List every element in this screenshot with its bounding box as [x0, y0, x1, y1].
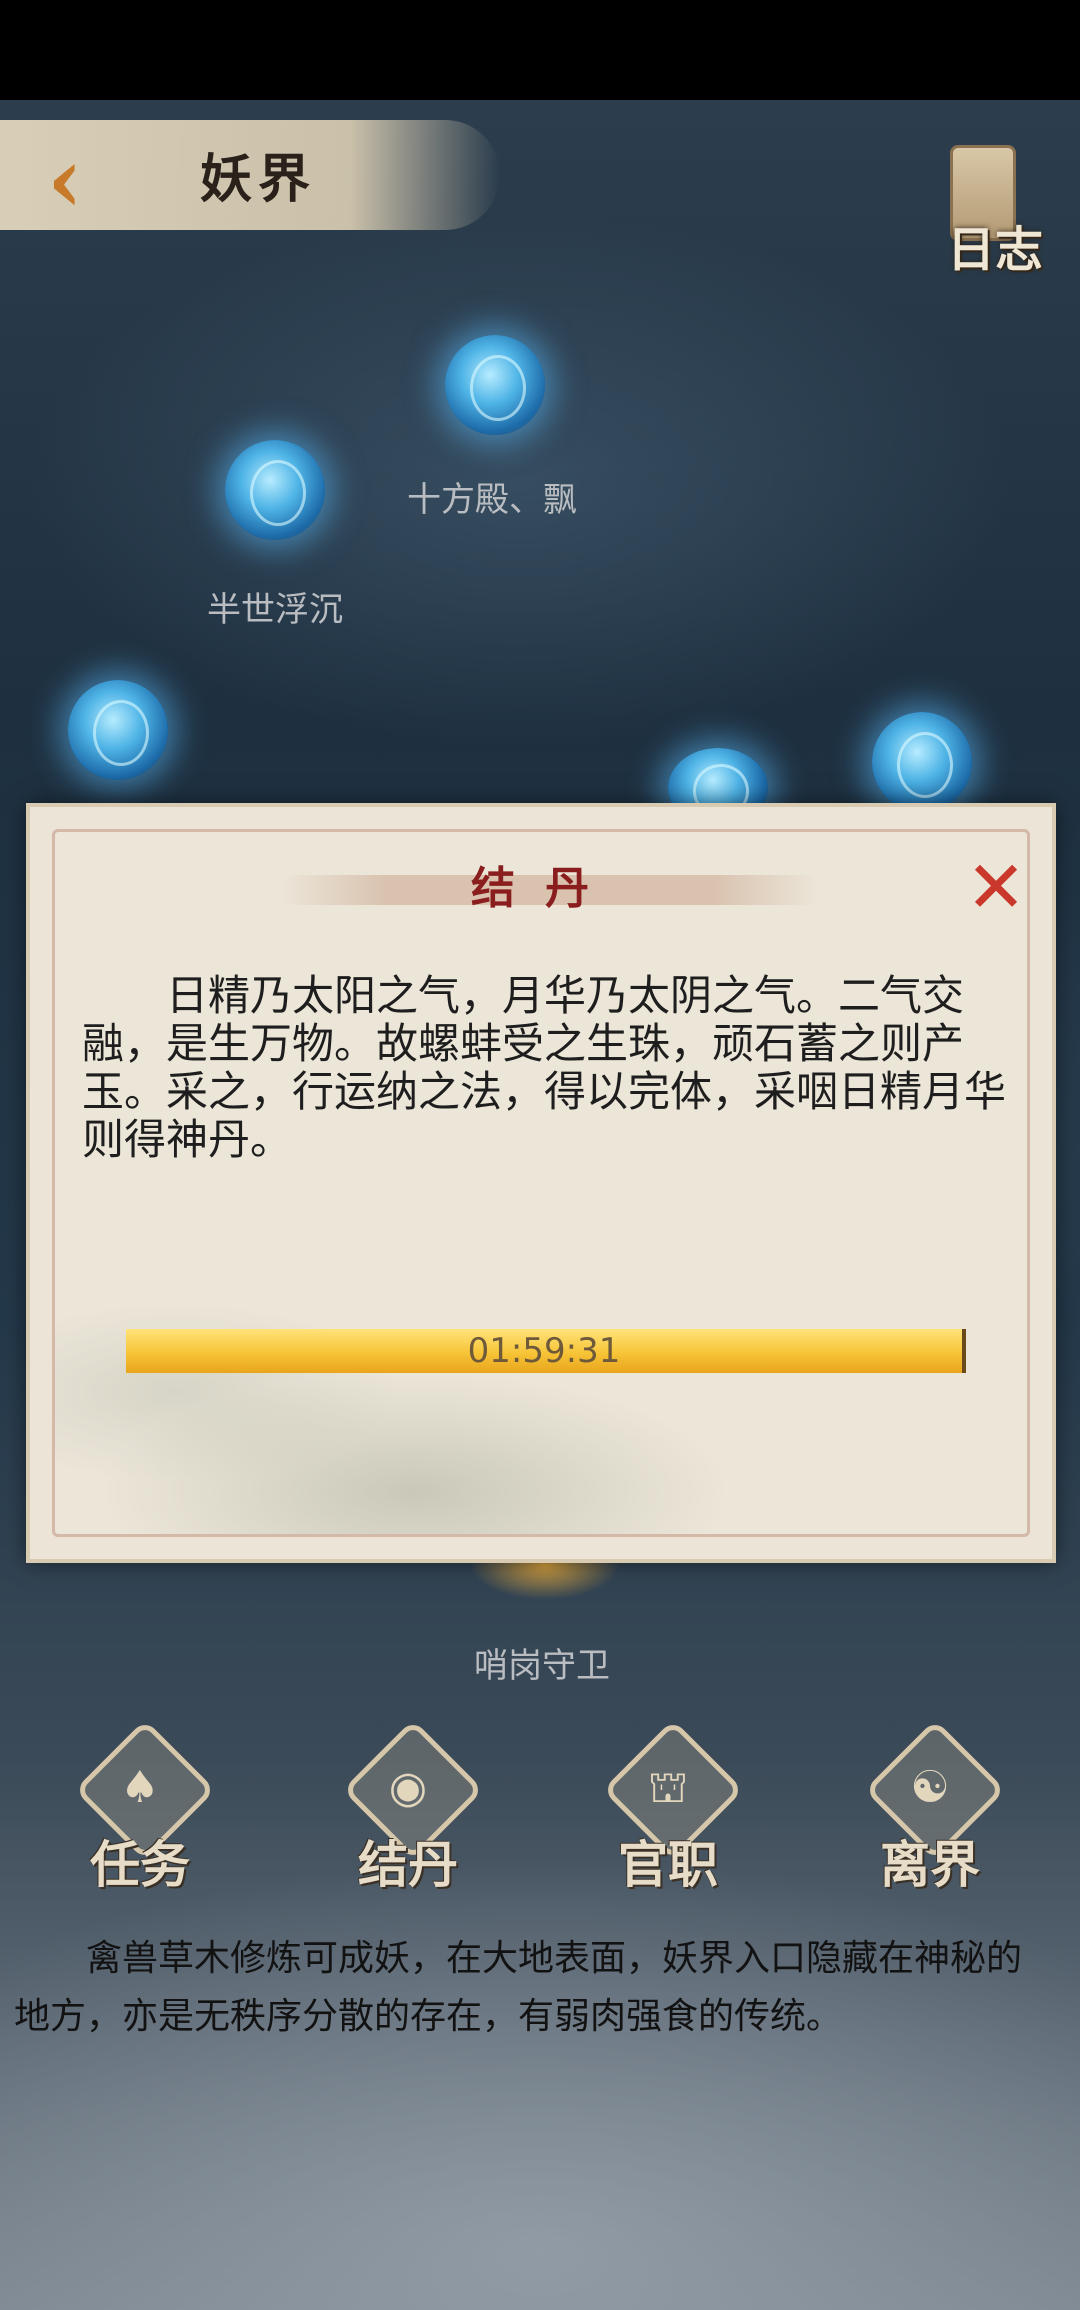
nav-label: 结丹: [358, 1835, 458, 1894]
nav-label: 离界: [880, 1835, 980, 1894]
back-button[interactable]: ‹: [30, 127, 100, 233]
dialog-description: 日精乃太阳之气，月华乃太阴之气。二气交融，是生万物。故螺蚌受之生珠，顽石蓄之则产…: [82, 971, 1007, 1164]
hat-icon: ⛫: [647, 1762, 689, 1813]
status-bar: [0, 0, 1080, 100]
log-label: 日志: [946, 222, 1043, 278]
nav-button-task[interactable]: ♠ 任务: [50, 1719, 230, 1910]
flame-icon: ♠: [120, 1762, 160, 1813]
nav-button-jiedan[interactable]: ◉ 结丹: [318, 1719, 498, 1910]
orb-label: 哨岗守卫: [474, 1646, 610, 1686]
swirl-icon: ☯: [910, 1762, 950, 1813]
page-title: 妖界: [200, 149, 317, 210]
dialog-inner-frame: [52, 829, 1030, 1537]
nav-button-official[interactable]: ⛫ 官职: [578, 1719, 758, 1910]
log-button[interactable]: 日志: [920, 130, 1050, 280]
pill-icon: ◉: [388, 1762, 428, 1813]
chevron-left-icon: ‹: [47, 127, 83, 233]
close-button[interactable]: ✕: [956, 847, 1036, 927]
nav-label: 官职: [618, 1835, 718, 1894]
nav-label: 任务: [90, 1835, 190, 1894]
orb-label: 半世浮沉: [207, 590, 343, 630]
close-icon: ✕: [965, 845, 1027, 929]
jiedan-dialog: 结丹 ✕ 日精乃太阳之气，月华乃太阴之气。二气交融，是生万物。故螺蚌受之生珠，顽…: [26, 803, 1056, 1563]
map-orb[interactable]: [445, 335, 545, 435]
nav-button-leave[interactable]: ☯ 离界: [840, 1719, 1020, 1910]
map-orb[interactable]: [68, 680, 168, 780]
dialog-title: 结丹: [471, 863, 619, 914]
progress-timer: 01:59:31: [467, 1331, 621, 1371]
map-orb[interactable]: [872, 712, 972, 812]
realm-description: 禽兽草木修炼可成妖，在大地表面，妖界入口隐藏在神秘的地方，亦是无秩序分散的存在，…: [14, 1938, 1023, 2037]
progress-bar: 01:59:31: [126, 1329, 966, 1373]
map-orb[interactable]: [225, 440, 325, 540]
orb-label: 十方殿、飘: [407, 480, 577, 520]
